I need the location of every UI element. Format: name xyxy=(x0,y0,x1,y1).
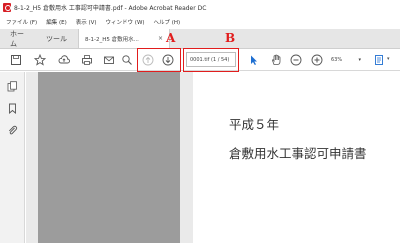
bookmark-star-icon[interactable] xyxy=(32,52,48,68)
annotation-box-a xyxy=(137,48,181,72)
annotation-box-b xyxy=(183,48,239,72)
menu-edit[interactable]: 編集 (E) xyxy=(46,18,67,26)
annotation-label-b: B xyxy=(225,31,236,45)
page-thumbnails-icon[interactable] xyxy=(6,80,19,93)
print-icon[interactable] xyxy=(79,52,95,68)
zoom-in-icon[interactable] xyxy=(309,52,325,68)
title-bar: 8-1-2_H5 倉敷用水 工事認可申請書.pdf - Adobe Acroba… xyxy=(0,0,400,15)
bookmarks-icon[interactable] xyxy=(6,102,19,115)
menu-bar: ファイル (F) 編集 (E) 表示 (V) ウィンドウ (W) ヘルプ (H) xyxy=(0,15,400,29)
zoom-dropdown-icon: ▾ xyxy=(358,56,361,63)
menu-help[interactable]: ヘルプ (H) xyxy=(154,18,181,26)
tab-document[interactable]: 8-1-2_H5 倉敷用水... × xyxy=(78,29,170,48)
menu-view[interactable]: 表示 (V) xyxy=(76,18,97,26)
upload-cloud-icon[interactable] xyxy=(56,52,72,68)
tab-home[interactable]: ホーム xyxy=(0,29,38,48)
tab-bar: ホーム ツール 8-1-2_H5 倉敷用水... × xyxy=(0,29,400,49)
page-display-icon[interactable] xyxy=(371,52,387,68)
document-heading-year: 平成５年 xyxy=(229,117,280,132)
page-display-dropdown-icon[interactable]: ▾ xyxy=(387,56,390,62)
hand-tool-icon[interactable] xyxy=(268,52,284,68)
search-icon[interactable] xyxy=(119,52,135,68)
scanned-page-left xyxy=(38,72,180,243)
document-heading-title: 倉敷用水工事認可申請書 xyxy=(229,146,367,161)
select-cursor-icon[interactable] xyxy=(246,52,262,68)
tab-close-icon[interactable]: × xyxy=(158,35,163,42)
tab-document-label: 8-1-2_H5 倉敷用水... xyxy=(85,36,139,43)
menu-file[interactable]: ファイル (F) xyxy=(6,18,37,26)
annotation-label-a: A xyxy=(166,31,176,45)
email-icon[interactable] xyxy=(101,52,117,68)
zoom-dropdown[interactable]: 63% ▾ xyxy=(331,52,361,67)
acrobat-logo-icon xyxy=(3,3,11,12)
zoom-value: 63% xyxy=(331,56,343,63)
tab-tools[interactable]: ツール xyxy=(38,29,78,48)
save-icon[interactable] xyxy=(8,52,24,68)
attachments-icon[interactable] xyxy=(6,124,19,137)
navigation-panel xyxy=(0,72,25,243)
zoom-out-icon[interactable] xyxy=(288,52,304,68)
window-title: 8-1-2_H5 倉敷用水 工事認可申請書.pdf - Adobe Acroba… xyxy=(14,5,207,12)
menu-window[interactable]: ウィンドウ (W) xyxy=(106,18,145,26)
